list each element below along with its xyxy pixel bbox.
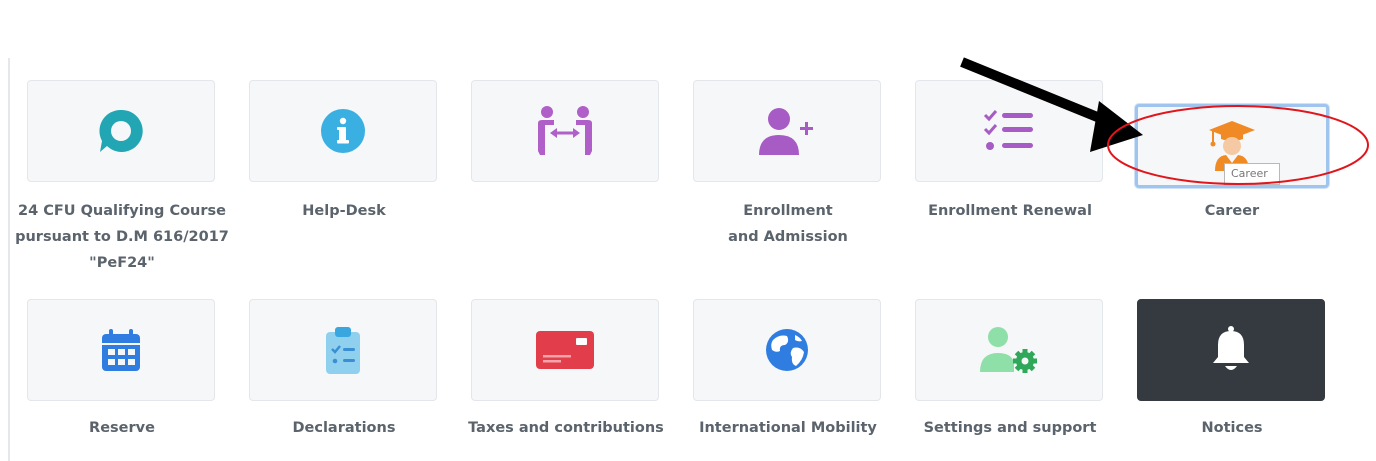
tile-reserve-button[interactable]: [27, 299, 215, 401]
tile-help-desk-label: Help-Desk: [302, 203, 386, 219]
tile-declarations-button[interactable]: [249, 299, 437, 401]
tile-enrollment-admission-button[interactable]: [693, 80, 881, 182]
tile-reserve-label: Reserve: [89, 420, 155, 436]
bell-icon: [1213, 326, 1249, 370]
tile-enrollment-renewal-button[interactable]: [915, 80, 1103, 182]
tile-international-mobility-button[interactable]: [693, 299, 881, 401]
services-page: 24 CFU Qualifying Course pursuant to D.M…: [0, 0, 1376, 461]
left-divider: [8, 58, 10, 461]
tile-declarations-label: Declarations: [292, 420, 396, 436]
clipboard-icon: [326, 327, 360, 374]
exchange-people-icon: [538, 106, 592, 155]
chat-bubble-icon: [99, 109, 143, 152]
user-settings-icon: [980, 327, 1037, 373]
tile-settings-support-label: Settings and support: [923, 420, 1097, 436]
tile-help-desk-button[interactable]: [249, 80, 437, 182]
tile-pef24-button[interactable]: [27, 80, 215, 182]
info-icon: [321, 109, 365, 153]
tile-notices-label: Notices: [1201, 420, 1263, 436]
tile-settings-support-button[interactable]: [915, 299, 1103, 401]
tile-career-label: Career: [1204, 203, 1260, 219]
tile-pef24-label: 24 CFU Qualifying Course pursuant to D.M…: [15, 203, 229, 271]
payment-card-icon: [536, 331, 594, 369]
tile-international-mobility-label: International Mobility: [699, 420, 877, 436]
tile-enrollment-renewal-label: Enrollment Renewal: [928, 203, 1092, 219]
tile-taxes-button[interactable]: [471, 299, 659, 401]
tile-taxes-label: Taxes and contributions: [468, 420, 664, 436]
tile-notices-button[interactable]: [1137, 299, 1325, 401]
tile-enrollment-admission-label: Enrollment and Admission: [728, 203, 848, 245]
career-tooltip: Career: [1224, 163, 1280, 185]
tile-exchange-button[interactable]: [471, 80, 659, 182]
add-user-icon: [759, 108, 813, 155]
checklist-icon: [983, 110, 1033, 150]
calendar-icon: [102, 329, 140, 371]
globe-icon: [766, 329, 808, 371]
